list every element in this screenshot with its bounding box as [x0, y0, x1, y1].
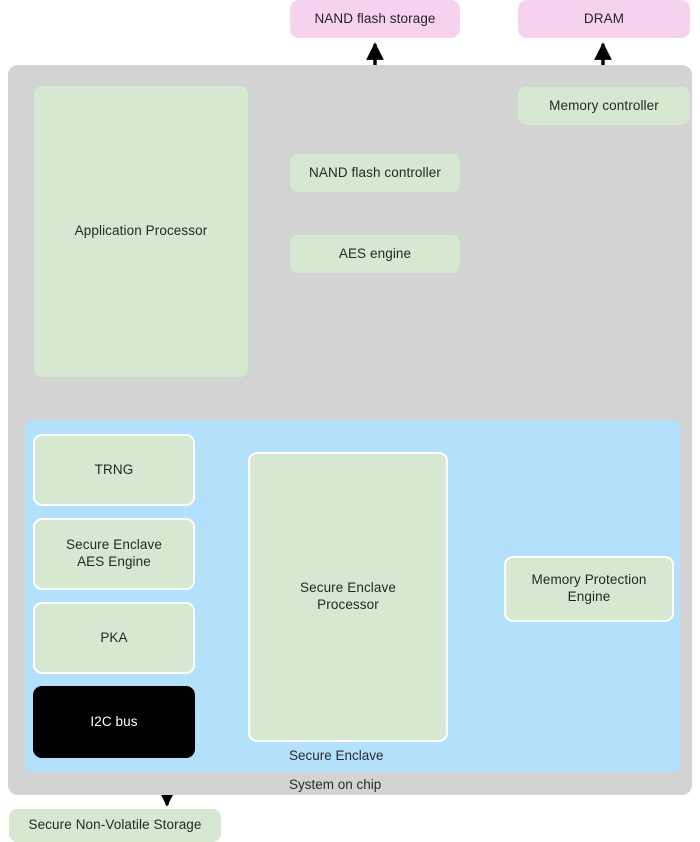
- node-label: TRNG: [94, 461, 134, 477]
- node-label-line-2: Engine: [567, 589, 611, 604]
- node-label: Application Processor: [74, 223, 208, 239]
- node-dram[interactable]: DRAM: [518, 0, 690, 38]
- node-memory-controller[interactable]: Memory controller: [518, 87, 690, 125]
- diagram-canvas: NAND flash storage DRAM Secure Non-Volat…: [0, 0, 700, 842]
- node-label-line-1: Secure Enclave: [66, 537, 162, 553]
- node-label-line-2: Processor: [317, 597, 379, 612]
- node-label: Memory Protection Engine: [532, 572, 647, 606]
- node-i2c-bus[interactable]: I2C bus: [33, 686, 195, 758]
- node-label-line-1: Memory Protection: [531, 572, 647, 588]
- node-secure-enclave-aes-engine[interactable]: Secure Enclave AES Engine: [33, 518, 195, 590]
- node-application-processor[interactable]: Application Processor: [34, 86, 248, 377]
- node-pka[interactable]: PKA: [33, 602, 195, 674]
- node-nand-flash-storage[interactable]: NAND flash storage: [290, 0, 460, 38]
- node-label: Secure Enclave Processor: [300, 580, 396, 614]
- node-label: I2C bus: [90, 713, 138, 729]
- node-label: NAND flash controller: [309, 164, 441, 180]
- node-label: Secure Enclave AES Engine: [66, 537, 162, 571]
- node-aes-engine[interactable]: AES engine: [290, 235, 460, 273]
- secure-enclave-region-label: Secure Enclave: [289, 748, 384, 763]
- node-memory-protection-engine[interactable]: Memory Protection Engine: [504, 556, 674, 622]
- node-label: Secure Non-Volatile Storage: [28, 817, 202, 833]
- node-label: PKA: [100, 629, 128, 645]
- node-trng[interactable]: TRNG: [33, 434, 195, 506]
- node-nand-flash-controller[interactable]: NAND flash controller: [290, 154, 460, 192]
- node-label: Memory controller: [549, 97, 659, 113]
- node-label-line-2: AES Engine: [77, 554, 151, 569]
- node-label: NAND flash storage: [314, 10, 436, 26]
- node-label-line-1: Secure Enclave: [300, 580, 396, 596]
- system-on-chip-region-label: System on chip: [289, 777, 382, 792]
- node-secure-enclave-processor[interactable]: Secure Enclave Processor: [248, 452, 448, 742]
- node-label: DRAM: [583, 10, 625, 26]
- node-label: AES engine: [338, 245, 412, 261]
- node-secure-non-volatile-storage[interactable]: Secure Non-Volatile Storage: [9, 809, 221, 842]
